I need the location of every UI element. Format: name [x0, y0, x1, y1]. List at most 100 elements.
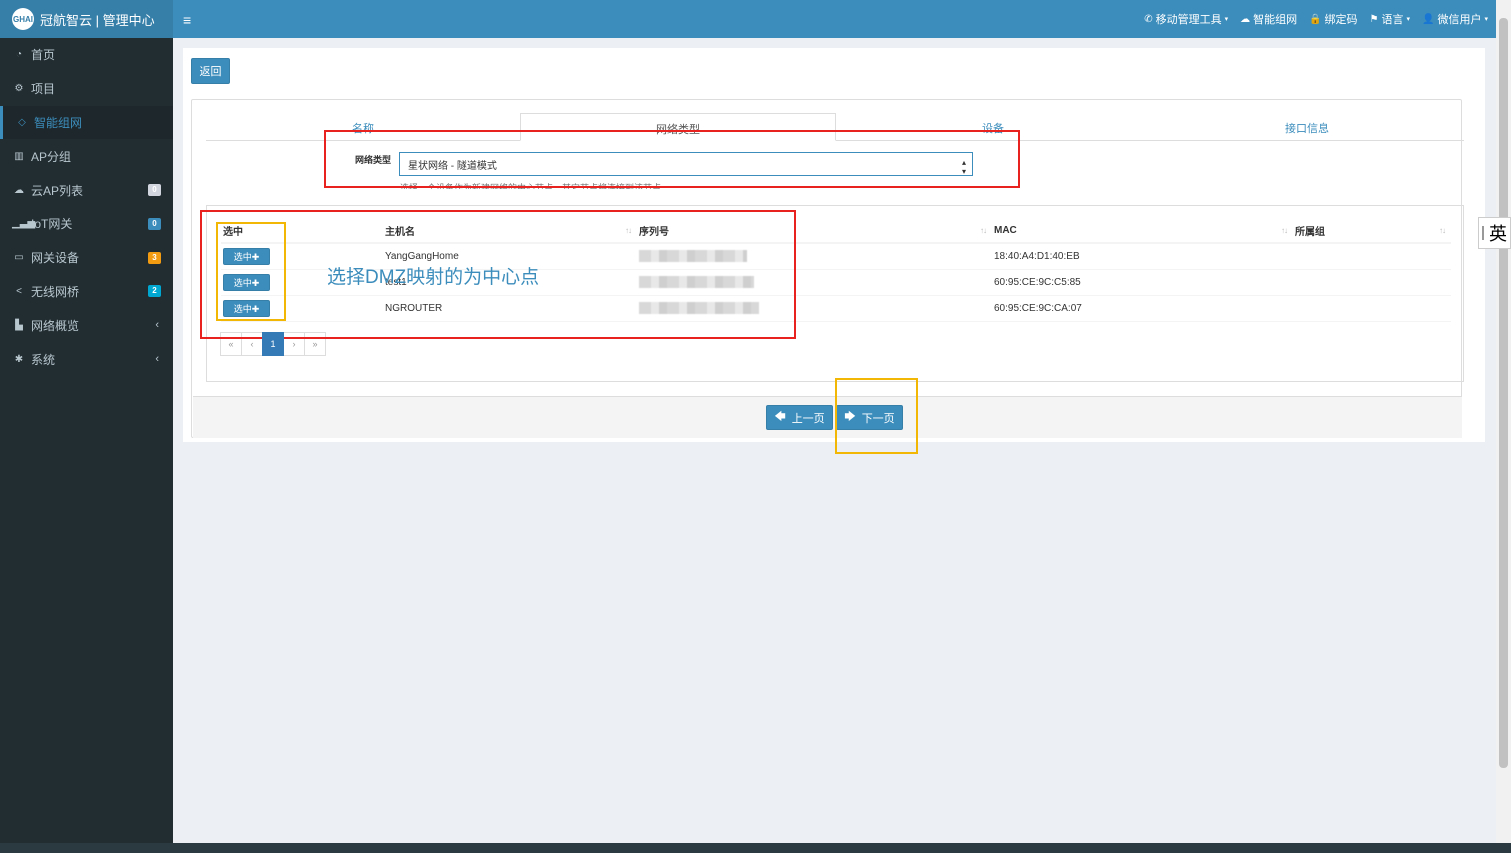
page-next[interactable]: › [283, 332, 305, 356]
mac-cell: 60:95:CE:9C:C5:85 [992, 269, 1293, 296]
tab-interface-info[interactable]: 接口信息 [1150, 113, 1464, 140]
count-badge: 0 [148, 217, 161, 230]
top-nav-right: ✆ 移动管理工具 ▾ ☁ 智能组网 🔒 绑定码 ⚑ 语言 ▾ 👤 微信用户 ▾ [1144, 0, 1488, 38]
sidebar-item-2[interactable]: ◇ 智能组网 [0, 105, 173, 140]
serial-cell [637, 295, 992, 322]
mobile-tools-menu[interactable]: ✆ 移动管理工具 ▾ [1144, 11, 1228, 27]
language-menu[interactable]: ⚑ 语言 ▾ [1370, 11, 1410, 27]
diamond-icon: ◇ [18, 116, 26, 128]
group-cell [1293, 243, 1451, 270]
col-hostname[interactable]: 主机名 ↑↓ [383, 218, 637, 244]
ime-indicator[interactable]: 英 [1478, 217, 1511, 249]
chevron-left-icon: ‹ [155, 319, 159, 332]
sidebar-item-label: 网关设备 [31, 251, 80, 266]
sidebar-item-label: 项目 [31, 82, 56, 97]
col-mac[interactable]: MAC ↑↓ [992, 218, 1293, 244]
tab-name[interactable]: 名称 [206, 113, 520, 140]
serial-redacted [639, 302, 759, 314]
network-type-label: 网络类型 [355, 155, 392, 165]
caret-down-icon: ▾ [1484, 16, 1488, 23]
serial-redacted [639, 276, 754, 288]
sidebar-item-label: 系统 [31, 352, 56, 367]
scrollbar-thumb[interactable] [1499, 18, 1508, 768]
device-panel: 选中 主机名 ↑↓ 序列号 ↑↓ MAC ↑↓ 所属组 ↑↓ 选中✚ YangGangH… [206, 205, 1464, 382]
chevron-left-icon: ‹ [155, 353, 159, 366]
lock-icon: 🔒 [1309, 13, 1322, 25]
taskbar-strip [0, 843, 1511, 853]
select-arrows-icon: ▴ ▾ [961, 158, 966, 176]
app-title: 冠航智云 | 管理中心 [40, 12, 155, 28]
desktop-icon: ▭ [14, 252, 24, 264]
page-current[interactable]: 1 [262, 332, 284, 356]
sidebar-item-0[interactable]: ◔ 首页 [0, 38, 173, 72]
user-menu[interactable]: 👤 微信用户 ▾ [1422, 11, 1488, 27]
count-badge: 3 [148, 251, 161, 264]
page-first[interactable]: « [220, 332, 242, 356]
tab-network-type[interactable]: 网络类型 [520, 113, 836, 141]
select-device-button[interactable]: 选中✚ [223, 273, 270, 291]
page-last[interactable]: » [304, 332, 326, 356]
sidebar-item-label: IoT网关 [31, 217, 73, 232]
share-icon: < [16, 285, 22, 297]
bank-icon: ▥ [14, 150, 24, 162]
sidebar-item-6[interactable]: ▭ 网关设备 3 [0, 241, 173, 275]
caret-down-icon: ▾ [1224, 16, 1229, 23]
tab-device[interactable]: 设备 [836, 113, 1150, 140]
next-step-button[interactable]: 🡆 下一页 [836, 405, 903, 430]
select-device-button[interactable]: 选中✚ [223, 247, 270, 265]
caret-down-icon: ▾ [1406, 16, 1411, 23]
serial-cell [637, 243, 992, 270]
dashboard-icon: ◔ [15, 49, 23, 61]
col-group[interactable]: 所属组 ↑↓ [1293, 218, 1451, 244]
wizard-tabs: 名称 网络类型 设备 接口信息 [206, 113, 1464, 141]
gear-icon: ✱ [14, 353, 24, 365]
arrow-left-icon: 🡄 [774, 411, 786, 423]
scrollbar[interactable] [1496, 0, 1511, 843]
serial-cell [637, 269, 992, 296]
sidebar-item-7[interactable]: < 无线网桥 2 [0, 275, 173, 309]
wizard-footer: 🡄 上一页 🡆 下一页 [193, 396, 1462, 438]
select-device-button[interactable]: 选中✚ [223, 299, 270, 317]
col-select: 选中 [221, 218, 383, 244]
col-serial[interactable]: 序列号 ↑↓ [637, 218, 992, 244]
app-logo[interactable]: GHAI 冠航智云 | 管理中心 [0, 0, 173, 38]
table-header-row: 选中 主机名 ↑↓ 序列号 ↑↓ MAC ↑↓ 所属组 ↑↓ [221, 218, 1451, 244]
bind-code-link[interactable]: 🔒 绑定码 [1309, 11, 1357, 27]
group-cell [1293, 295, 1451, 322]
wechat-icon: ✆ [1144, 13, 1153, 25]
main-box: 返回 名称 网络类型 设备 接口信息 网络类型 星状网络 - 隧道模式 ▴ ▾ 选… [183, 48, 1485, 442]
count-badge: 2 [148, 285, 161, 298]
ime-handle-icon [1482, 226, 1484, 240]
sidebar-item-label: 首页 [31, 48, 56, 63]
help-text: 选择一个设备作为新建网络的中心节点，其它节点将连接到该节点 [400, 183, 662, 189]
sidebar-item-9[interactable]: ✱ 系统 ‹ [0, 342, 173, 376]
smart-network-link[interactable]: ☁ 智能组网 [1240, 11, 1297, 27]
table-row: 选中✚ NGROUTER 60:95:CE:9C:CA:07 [221, 295, 1451, 322]
sort-icon: ↑↓ [625, 226, 632, 235]
menu-toggle-icon[interactable]: ≡ [183, 12, 191, 28]
sidebar-menu: ◔ 首页 ⚙ 项目 ◇ 智能组网 ▥ AP分组 ☁ 云AP列表 0 ▁▃▅ IoT网关 0 ▭ 网关设备 3 < 无… [0, 38, 173, 376]
sidebar-item-8[interactable]: ▙ 网络概览 ‹ [0, 308, 173, 342]
back-button[interactable]: 返回 [191, 58, 230, 84]
network-type-select[interactable]: 星状网络 - 隧道模式 ▴ ▾ [399, 152, 973, 176]
annotation-text: 选择DMZ映射的为中心点 [327, 267, 540, 288]
cloud-icon: ☁ [14, 184, 24, 196]
network-type-value: 星状网络 - 隧道模式 [408, 160, 497, 172]
sort-icon: ↑↓ [1439, 226, 1446, 235]
sidebar-item-label: 网络概览 [31, 318, 80, 333]
prev-step-button[interactable]: 🡄 上一页 [766, 405, 833, 430]
sidebar: GHAI 冠航智云 | 管理中心 ◔ 首页 ⚙ 项目 ◇ 智能组网 ▥ AP分组 ☁ 云AP列表 0… [0, 0, 173, 853]
count-badge: 0 [148, 184, 161, 197]
serial-redacted [639, 250, 747, 263]
page-prev[interactable]: ‹ [241, 332, 263, 356]
cogs-icon: ⚙ [14, 83, 24, 95]
sidebar-item-5[interactable]: ▁▃▅ IoT网关 0 [0, 207, 173, 241]
logo-icon: GHAI [12, 8, 34, 30]
sidebar-item-label: 智能组网 [34, 115, 83, 130]
sidebar-item-1[interactable]: ⚙ 项目 [0, 72, 173, 106]
signal-icon: ▁▃▅ [12, 218, 36, 230]
arrow-right-icon: 🡆 [844, 411, 856, 423]
sidebar-item-label: AP分组 [31, 149, 72, 164]
sidebar-item-4[interactable]: ☁ 云AP列表 0 [0, 173, 173, 207]
sidebar-item-3[interactable]: ▥ AP分组 [0, 139, 173, 173]
